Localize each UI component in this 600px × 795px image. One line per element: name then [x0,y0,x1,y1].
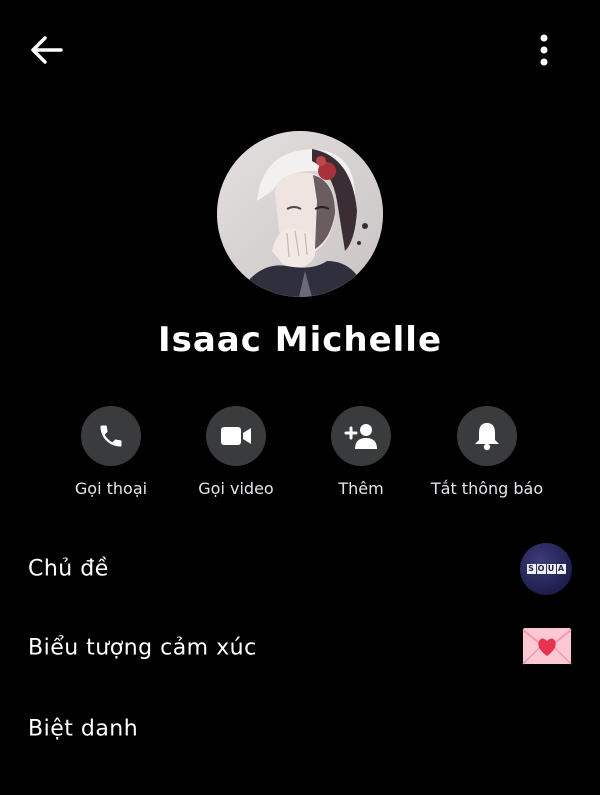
video-call-button[interactable]: Gọi video [171,406,301,498]
theme-tile: S [526,564,536,574]
voice-call-circle[interactable] [81,406,141,466]
theme-thumbnail: SOUA [520,543,572,595]
video-call-label: Gọi video [198,479,274,498]
arrow-left-icon [31,36,63,64]
mute-notifications-circle[interactable] [457,406,517,466]
nickname-label: Biệt danh [28,716,139,742]
video-call-circle[interactable] [206,406,266,466]
theme-tile: O [536,564,546,574]
nickname-row[interactable]: Biệt danh [0,697,600,761]
theme-preview-icon: SOUA [520,543,572,595]
theme-tile: A [556,564,566,574]
video-camera-icon [221,427,251,445]
theme-tile: U [546,564,556,574]
more-options-button[interactable] [532,32,556,68]
love-letter-icon [522,628,572,665]
add-people-circle[interactable] [331,406,391,466]
emoji-label: Biểu tượng cảm xúc [28,635,257,661]
mute-notifications-label: Tắt thông báo [430,479,544,498]
theme-row[interactable]: Chủ đề SOUA [0,537,600,601]
phone-icon [100,425,122,447]
bell-icon [475,423,499,451]
voice-call-button[interactable]: Gọi thoại [46,406,176,498]
emoji-row[interactable]: Biểu tượng cảm xúc [0,616,600,680]
theme-label: Chủ đề [28,556,109,582]
back-button[interactable] [26,32,66,68]
voice-call-label: Gọi thoại [74,479,148,498]
action-buttons: Gọi thoại Gọi video Thêm Tắt thông báo [0,406,600,506]
mute-notifications-button[interactable]: Tắt thông báo [422,406,552,498]
add-person-icon [344,424,377,449]
profile-name: Isaac Michelle [157,320,443,360]
add-people-button[interactable]: Thêm [296,406,426,498]
top-bar [0,0,600,100]
avatar-image [217,131,383,297]
profile-avatar[interactable] [217,131,383,297]
emoji-thumbnail [522,627,572,669]
add-people-label: Thêm [338,479,384,498]
more-vertical-icon [540,34,548,66]
